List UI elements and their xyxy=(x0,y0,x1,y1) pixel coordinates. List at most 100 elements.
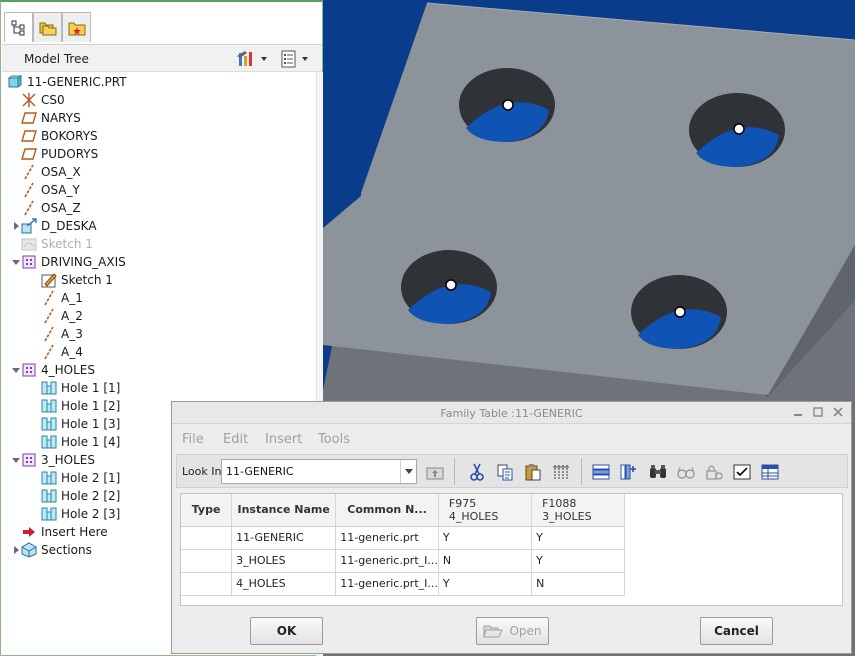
up-level-button[interactable] xyxy=(425,462,445,482)
look-in-dropdown[interactable]: 11-GENERIC xyxy=(221,459,417,484)
open-button[interactable]: Open xyxy=(476,617,549,645)
tree-expand-arrow[interactable] xyxy=(11,541,21,559)
tree-item[interactable]: 3_HOLES xyxy=(11,451,95,469)
table-icon xyxy=(761,464,779,480)
cell-f975[interactable]: N xyxy=(438,549,533,573)
family-table-grid[interactable]: Type Instance Name Common N... F975 4_HO… xyxy=(180,493,843,606)
menu-tools[interactable]: Tools xyxy=(318,432,350,447)
copy-button[interactable] xyxy=(495,462,515,482)
tree-item[interactable]: Hole 1 [4] xyxy=(31,433,120,451)
tree-item[interactable]: A_4 xyxy=(31,343,83,361)
menu-insert[interactable]: Insert xyxy=(265,432,302,447)
tab-folder-browser[interactable] xyxy=(33,12,62,42)
column-header-f1088[interactable]: F1088 3_HOLES xyxy=(531,494,626,527)
verify-button[interactable] xyxy=(732,462,752,482)
close-button[interactable] xyxy=(832,406,844,418)
cell-common-name[interactable]: 11-generic.prt_I... xyxy=(335,572,439,596)
dialog-menubar: File Edit Insert Tools xyxy=(172,426,851,452)
tree-item[interactable]: 4_HOLES xyxy=(11,361,95,379)
minimize-button[interactable] xyxy=(792,406,804,418)
extrude-icon xyxy=(21,218,37,234)
column-header-common-name[interactable]: Common N... xyxy=(335,494,439,527)
tree-item[interactable]: A_3 xyxy=(31,325,83,343)
tree-item[interactable]: A_2 xyxy=(31,307,83,325)
hole-icon xyxy=(41,398,57,414)
find-button[interactable] xyxy=(648,462,668,482)
tree-item[interactable]: Insert Here xyxy=(11,523,108,541)
tree-collapse-arrow[interactable] xyxy=(11,451,21,469)
tree-item[interactable]: 11-GENERIC.PRT xyxy=(7,73,127,91)
cell-common-name[interactable]: 11-generic.prt_I... xyxy=(335,549,439,573)
tree-item[interactable]: Sketch 1 xyxy=(31,271,113,289)
lock-button[interactable] xyxy=(704,462,724,482)
tree-item[interactable]: Hole 2 [1] xyxy=(31,469,120,487)
cancel-button[interactable]: Cancel xyxy=(700,617,773,645)
tree-item[interactable]: DRIVING_AXIS xyxy=(11,253,126,271)
tree-item[interactable]: OSA_X xyxy=(11,163,81,181)
tree-item[interactable]: NARYS xyxy=(11,109,81,127)
tree-item[interactable]: Sketch 1 xyxy=(11,235,93,253)
dialog-titlebar[interactable]: Family Table :11-GENERIC xyxy=(172,402,851,424)
tab-favorites[interactable] xyxy=(62,12,91,42)
tree-item[interactable]: Hole 1 [1] xyxy=(31,379,120,397)
tree-item[interactable]: BOKORYS xyxy=(11,127,98,145)
tree-settings-button[interactable] xyxy=(236,49,267,69)
cell-type[interactable] xyxy=(181,526,233,550)
tree-item[interactable]: D_DESKA xyxy=(11,217,97,235)
menu-file[interactable]: File xyxy=(182,432,204,447)
tab-model-tree[interactable] xyxy=(4,12,33,42)
column-header-instance-name[interactable]: Instance Name xyxy=(231,494,337,527)
datum-plane-icon xyxy=(21,146,37,162)
maximize-button[interactable] xyxy=(812,406,824,418)
column-header-type[interactable]: Type xyxy=(181,494,233,527)
tree-item[interactable]: OSA_Z xyxy=(11,199,81,217)
plate-top-face xyxy=(323,3,855,395)
tree-item[interactable]: Hole 2 [2] xyxy=(31,487,120,505)
preview-button[interactable] xyxy=(676,462,696,482)
dialog-title: Family Table :11-GENERIC xyxy=(440,407,583,420)
cell-f1088[interactable]: Y xyxy=(531,549,626,573)
tree-show-button[interactable] xyxy=(281,49,308,69)
cell-instance-name[interactable]: 11-GENERIC xyxy=(231,526,337,550)
tree-item[interactable]: OSA_Y xyxy=(11,181,80,199)
cell-common-name[interactable]: 11-generic.prt xyxy=(335,526,439,550)
pattern-button[interactable] xyxy=(551,462,571,482)
tree-item[interactable]: Hole 1 [3] xyxy=(31,415,120,433)
ok-button[interactable]: OK xyxy=(250,617,323,645)
up-folder-icon xyxy=(426,467,444,480)
cell-f975[interactable]: Y xyxy=(438,526,533,550)
tree-collapse-arrow[interactable] xyxy=(11,361,21,379)
tree-item[interactable]: PUDORYS xyxy=(11,145,98,163)
cell-f1088[interactable]: Y xyxy=(531,526,626,550)
tree-item[interactable]: Hole 2 [3] xyxy=(31,505,120,523)
tree-item-label: A_2 xyxy=(61,309,83,323)
tree-item[interactable]: Hole 1 [2] xyxy=(31,397,120,415)
insert-instance-button[interactable] xyxy=(591,462,611,482)
tree-expand-arrow[interactable] xyxy=(11,217,21,235)
cell-instance-name[interactable]: 3_HOLES xyxy=(231,549,337,573)
table-row[interactable]: 11-GENERIC 11-generic.prt Y Y xyxy=(181,526,842,550)
chevron-down-icon[interactable] xyxy=(400,460,416,483)
table-row[interactable]: 3_HOLES 11-generic.prt_I... N Y xyxy=(181,549,842,573)
cell-type[interactable] xyxy=(181,549,233,573)
menu-edit[interactable]: Edit xyxy=(223,432,248,447)
add-column-button[interactable] xyxy=(619,462,639,482)
tree-item[interactable]: A_1 xyxy=(31,289,83,307)
tree-item[interactable]: CS0 xyxy=(11,91,65,109)
cell-f1088[interactable]: N xyxy=(531,572,626,596)
cell-type[interactable] xyxy=(181,572,233,596)
cell-f975[interactable]: Y xyxy=(438,572,533,596)
cell-instance-name[interactable]: 4_HOLES xyxy=(231,572,337,596)
cut-button[interactable] xyxy=(467,462,487,482)
hole-icon xyxy=(41,506,57,522)
column-header-f975[interactable]: F975 4_HOLES xyxy=(438,494,533,527)
table-editor-button[interactable] xyxy=(760,462,780,482)
datum-axis-icon xyxy=(41,344,57,360)
tree-item-label: 4_HOLES xyxy=(41,363,95,377)
tree-collapse-arrow[interactable] xyxy=(11,253,21,271)
paste-button[interactable] xyxy=(523,462,543,482)
hole-4 xyxy=(631,275,727,349)
tree-item[interactable]: Sections xyxy=(11,541,92,559)
add-column-icon xyxy=(620,464,636,480)
table-row[interactable]: 4_HOLES 11-generic.prt_I... Y N xyxy=(181,572,842,596)
